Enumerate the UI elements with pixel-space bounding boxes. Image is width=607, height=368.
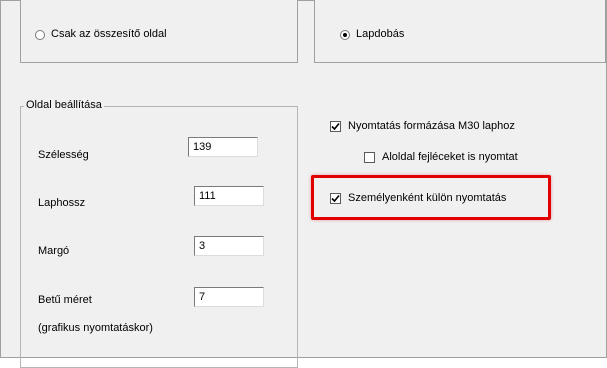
radio-page-break-label: Lapdobás [356,28,405,40]
radio-selected-icon [340,29,350,40]
checkbox-checked-icon [330,193,341,204]
width-input[interactable] [188,137,258,157]
width-label: Szélesség [38,149,89,161]
checkbox-per-person-print[interactable]: Személyenként külön nyomtatás [330,192,506,205]
checkbox-checked-icon [330,121,341,132]
graphic-print-note: (grafikus nyomtatáskor) [38,322,153,334]
margin-label: Margó [38,245,70,257]
checkbox-subpage-headers-label: Aloldal fejléceket is nyomtat [382,151,518,163]
page-length-input[interactable] [194,186,264,206]
checkbox-per-person-print-label: Személyenként külön nyomtatás [348,192,507,204]
radio-page-break[interactable]: Lapdobás [340,28,404,41]
font-size-label: Betű méret [38,294,92,306]
checkbox-format-m30[interactable]: Nyomtatás formázása M30 laphoz [330,120,515,133]
checkbox-format-m30-label: Nyomtatás formázása M30 laphoz [348,120,515,132]
page-length-label: Laphossz [38,197,86,209]
radio-circle-icon [35,29,45,40]
page-settings-title: Oldal beállítása [24,99,104,112]
checkbox-unchecked-icon [364,152,375,163]
radio-summary-page-only[interactable]: Csak az összesítő oldal [35,28,167,41]
margin-input[interactable] [194,236,264,256]
font-size-input[interactable] [194,287,264,307]
radio-summary-page-only-label: Csak az összesítő oldal [51,28,167,40]
checkbox-subpage-headers[interactable]: Aloldal fejléceket is nyomtat [364,151,518,164]
